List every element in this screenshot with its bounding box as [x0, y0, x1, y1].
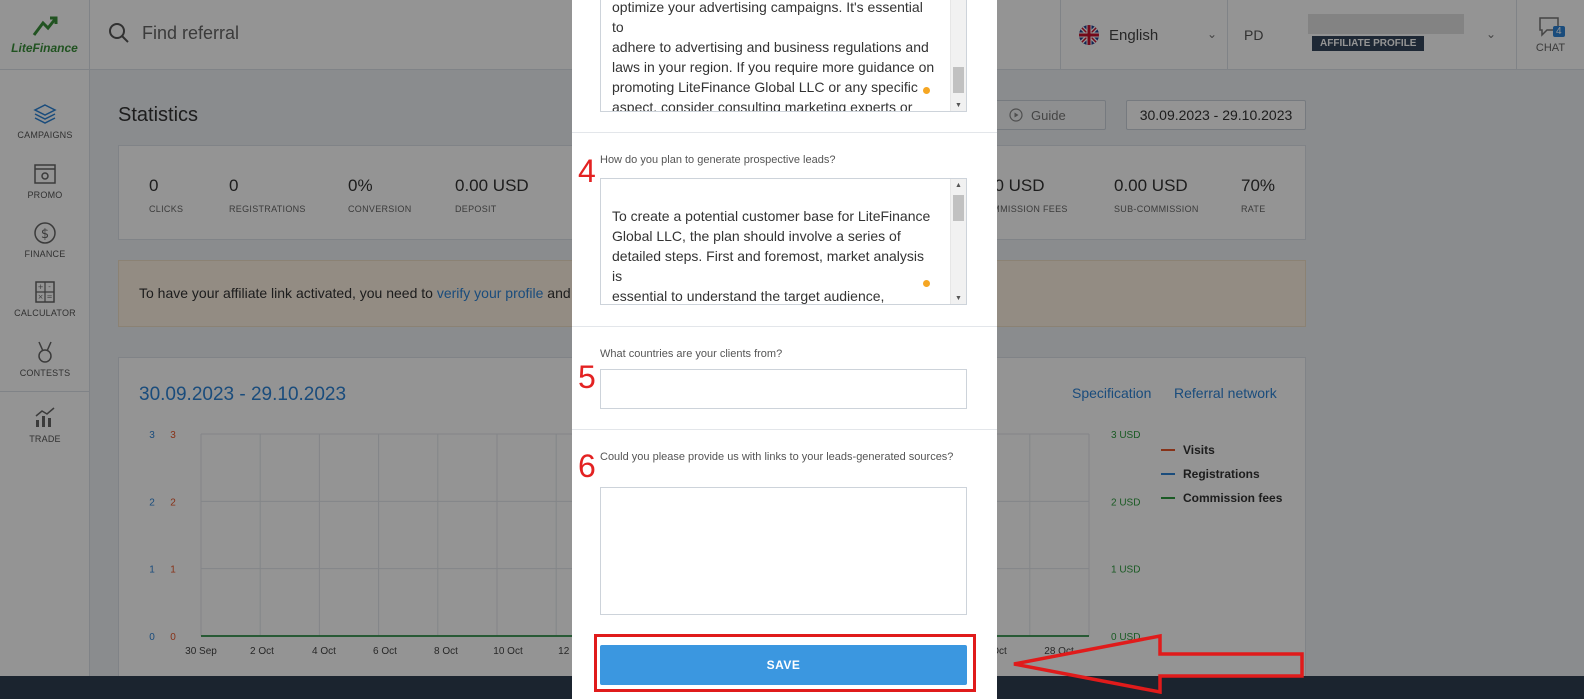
question-5-section: 5 What countries are your clients from? — [572, 327, 997, 430]
q4-answer-textarea[interactable]: To create a potential customer base for … — [600, 178, 967, 305]
scroll-down-icon[interactable]: ▼ — [955, 102, 962, 109]
resize-dot-icon — [923, 87, 930, 94]
scroll-thumb[interactable] — [953, 67, 964, 93]
answer-line: To create a potential customer base for … — [612, 208, 931, 224]
scroll-up-icon[interactable]: ▲ — [955, 182, 962, 189]
q4-label: How do you plan to generate prospective … — [600, 154, 836, 166]
scroll-down-icon[interactable]: ▼ — [955, 295, 962, 302]
q4-scrollbar[interactable]: ▲ ▼ — [950, 179, 966, 304]
q6-links-textarea[interactable] — [600, 487, 967, 615]
q5-label: What countries are your clients from? — [600, 348, 783, 360]
q4-answer-text: To create a potential customer base for … — [612, 206, 936, 304]
q3-scrollbar[interactable]: ▼ — [950, 0, 966, 111]
answer-line: Global LLC, the plan should involve a se… — [612, 228, 901, 244]
scroll-thumb[interactable] — [953, 195, 964, 221]
question-4-section: 4 How do you plan to generate prospectiv… — [572, 133, 997, 327]
answer-line: aspect, consider consulting marketing ex… — [612, 99, 913, 112]
answer-line: essential to understand the target audie… — [612, 288, 885, 304]
answer-line: adhere to advertising and business regul… — [612, 39, 929, 55]
annotation-number-6: 6 — [578, 448, 596, 484]
questionnaire-modal: optimize your advertising campaigns. It'… — [572, 0, 997, 699]
answer-line: optimize your advertising campaigns. It'… — [612, 0, 923, 35]
annotation-highlight-box — [594, 634, 976, 692]
annotation-arrow-icon — [1013, 633, 1304, 694]
question-3-section: optimize your advertising campaigns. It'… — [572, 0, 997, 133]
answer-line: detailed steps. First and foremost, mark… — [612, 248, 925, 284]
q3-answer-text: optimize your advertising campaigns. It'… — [612, 0, 936, 112]
answer-line: laws in your region. If you require more… — [612, 59, 935, 75]
resize-dot-icon — [923, 280, 930, 287]
annotation-number-5: 5 — [578, 359, 596, 395]
q3-answer-textarea[interactable]: optimize your advertising campaigns. It'… — [600, 0, 967, 112]
q5-countries-input[interactable] — [600, 369, 967, 409]
annotation-number-4: 4 — [578, 153, 596, 189]
q6-label: Could you please provide us with links t… — [600, 451, 954, 463]
answer-line: promoting LiteFinance Global LLC or any … — [612, 79, 918, 95]
